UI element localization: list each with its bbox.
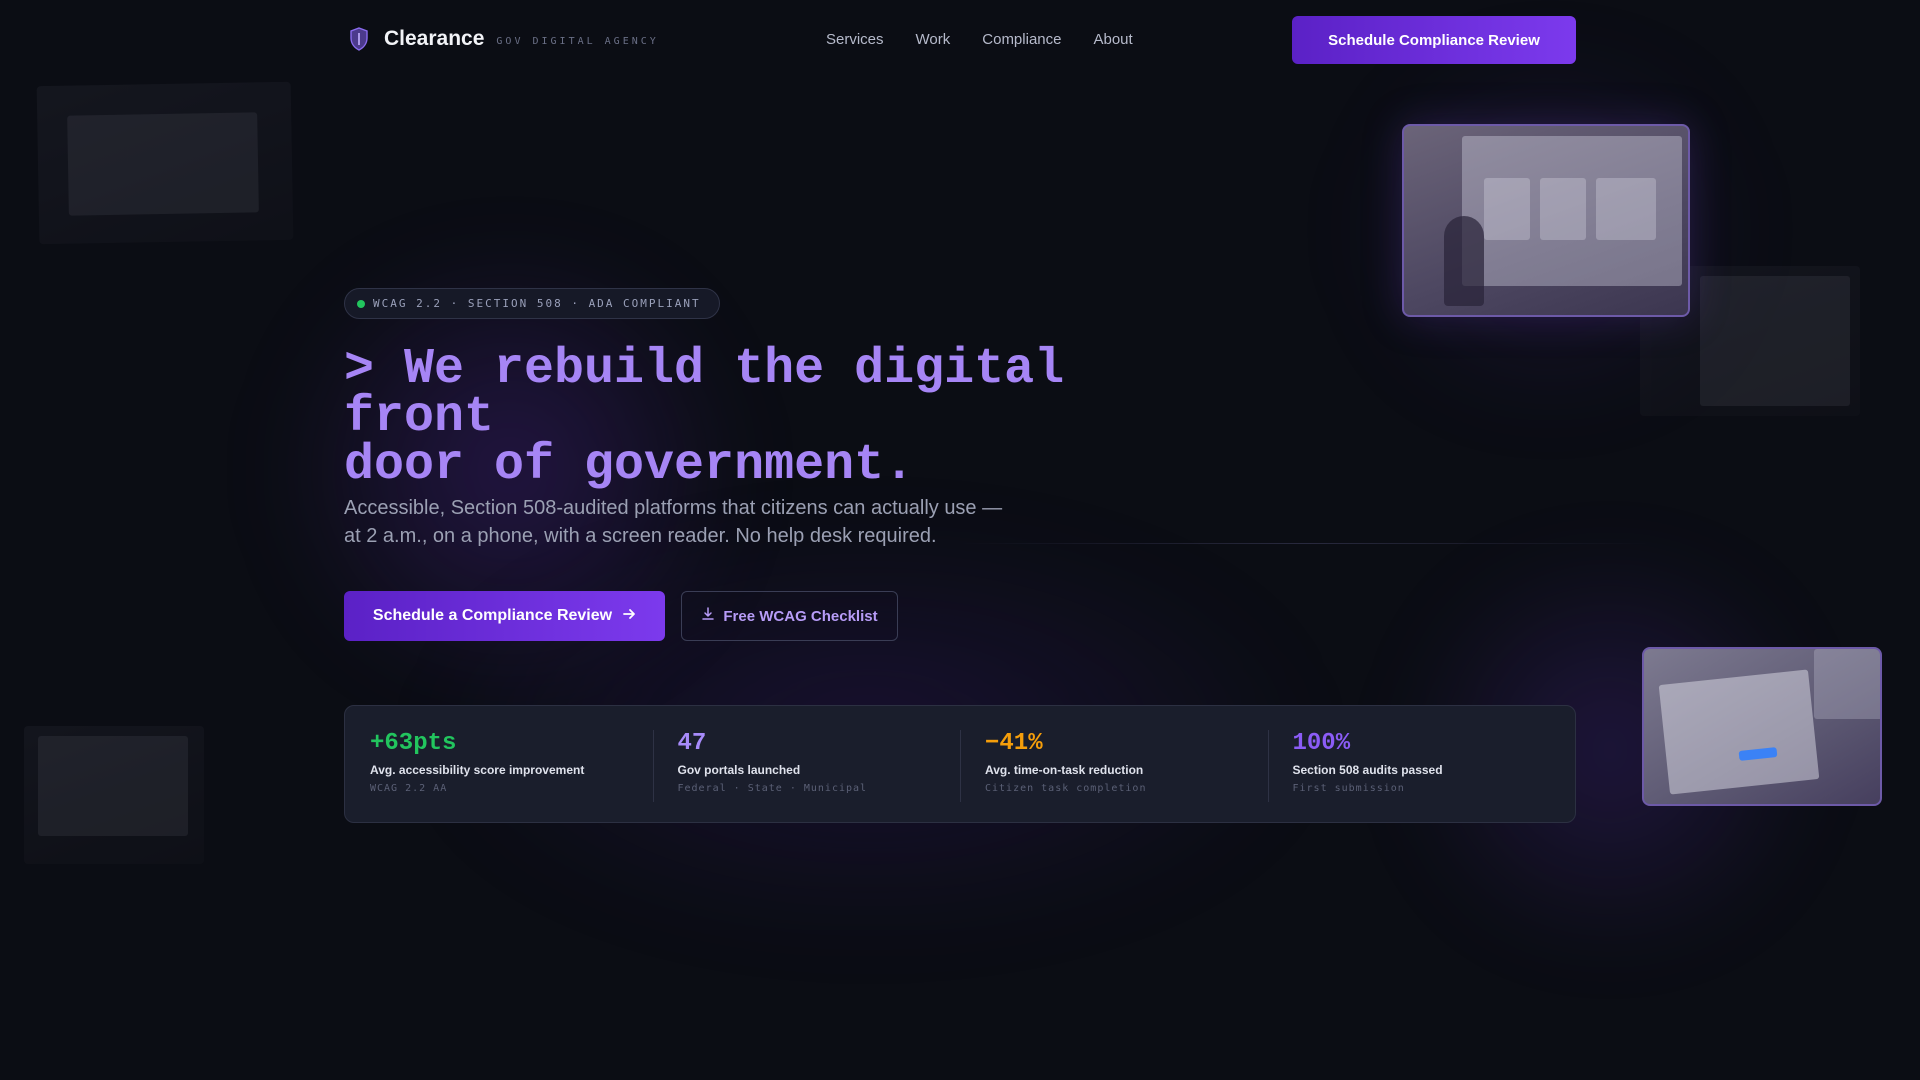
top-navigation: Clearance GOV DIGITAL AGENCY Services Wo… <box>344 16 1576 64</box>
nav-link-work[interactable]: Work <box>916 31 951 48</box>
tablet-form-photo <box>1642 647 1882 806</box>
hero-headline-line-1: > We rebuild the digital front <box>344 341 1065 446</box>
stat-portals-launched: 47 Gov portals launched Federal · State … <box>652 706 961 822</box>
stat-label: Avg. accessibility score improvement <box>370 763 585 777</box>
stat-value: −41% <box>985 730 1043 757</box>
hero-subheadline: Accessible, Section 508-audited platform… <box>344 497 1003 547</box>
schedule-compliance-review-button[interactable]: Schedule a Compliance Review <box>344 591 665 641</box>
brand-name: Clearance <box>384 27 485 50</box>
background-photo-paper-form <box>36 81 294 245</box>
background-photo-office <box>24 726 204 864</box>
nav-link-services[interactable]: Services <box>826 31 884 48</box>
brand[interactable]: Clearance GOV DIGITAL AGENCY <box>344 24 659 54</box>
stat-value: 100% <box>1292 730 1351 757</box>
stat-caption: WCAG 2.2 AA <box>370 783 448 794</box>
shield-icon <box>344 24 374 54</box>
hero-headline: > We rebuild the digital front door of g… <box>344 341 1244 494</box>
nav-links: Services Work Compliance About <box>826 31 1133 48</box>
status-dot <box>357 299 365 308</box>
stat-label: Section 508 audits passed <box>1292 763 1443 777</box>
free-wcag-checklist-button[interactable]: Free WCAG Checklist <box>681 591 898 641</box>
compliance-badge: WCAG 2.2 · SECTION 508 · ADA COMPLIANT <box>344 288 720 319</box>
stat-accessibility-score: +63pts Avg. accessibility score improvem… <box>345 706 653 822</box>
stat-caption: Citizen task completion <box>985 783 1147 794</box>
stat-time-on-task: −41% Avg. time-on-task reduction Citizen… <box>960 706 1268 822</box>
schedule-review-nav-button[interactable]: Schedule Compliance Review <box>1292 16 1576 64</box>
schedule-compliance-review-label: Schedule a Compliance Review <box>372 607 613 624</box>
compliance-badge-text: WCAG 2.2 · SECTION 508 · ADA COMPLIANT <box>373 297 701 310</box>
stat-label: Avg. time-on-task reduction <box>985 763 1144 777</box>
free-wcag-checklist-label: Free WCAG Checklist <box>723 607 878 625</box>
stat-caption: Federal · State · Municipal <box>677 783 868 794</box>
stat-value: +63pts <box>370 730 457 757</box>
download-icon <box>701 607 715 625</box>
stat-caption: First submission <box>1292 783 1405 794</box>
kiosk-accessibility-photo <box>1402 124 1690 317</box>
divider <box>960 543 1650 544</box>
stats-panel: +63pts Avg. accessibility score improvem… <box>344 705 1576 823</box>
arrow-right-icon <box>622 607 636 626</box>
stat-value: 47 <box>677 730 707 757</box>
nav-link-about[interactable]: About <box>1093 31 1132 48</box>
hero-headline-line-2: door of government. <box>344 437 915 494</box>
nav-link-compliance[interactable]: Compliance <box>982 31 1061 48</box>
brand-tagline: GOV DIGITAL AGENCY <box>496 35 659 47</box>
stat-audits-passed: 100% Section 508 audits passed First sub… <box>1267 706 1576 822</box>
stat-label: Gov portals launched <box>677 763 801 777</box>
